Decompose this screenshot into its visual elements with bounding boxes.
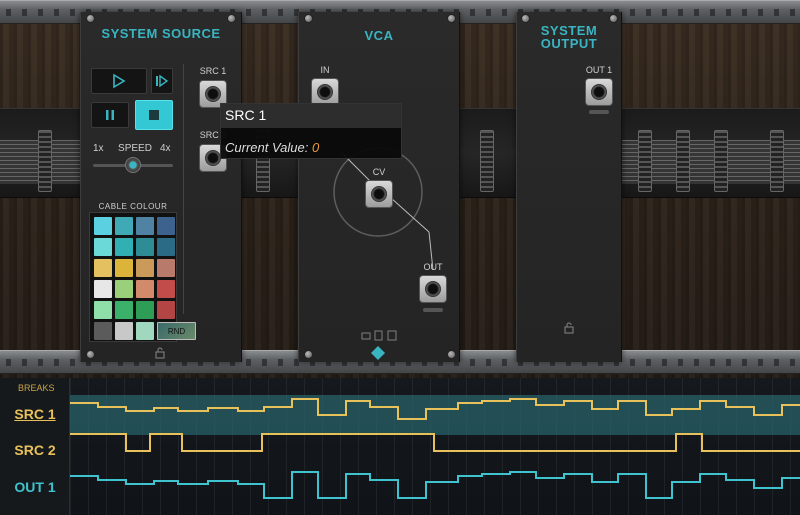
cable-colour-swatch[interactable]	[136, 238, 154, 256]
module-title: SYSTEM OUTPUT	[517, 24, 621, 50]
cable-colour-swatch[interactable]	[115, 259, 133, 277]
cable-colour-swatch[interactable]	[157, 238, 175, 256]
timeline-grid[interactable]	[70, 378, 800, 515]
src1-track-band	[70, 395, 800, 435]
cable-colour-swatch[interactable]	[115, 301, 133, 319]
screw	[86, 350, 95, 359]
speed-min-label: 1x	[93, 143, 104, 154]
brand-logo-icon	[371, 346, 385, 360]
cable-colour-swatch[interactable]	[94, 238, 112, 256]
jack-tooltip: SRC 1 Current Value: 0	[220, 103, 402, 159]
speed-slider-handle[interactable]	[125, 157, 141, 173]
out1-jack[interactable]	[585, 78, 613, 106]
src2-waveform	[70, 433, 800, 452]
cable-colour-swatch[interactable]	[136, 280, 154, 298]
random-colour-button[interactable]: RND	[157, 322, 196, 340]
cable-colour-swatch[interactable]	[115, 280, 133, 298]
tooltip-value-row: Current Value: 0	[225, 140, 319, 155]
cable-colour-swatch[interactable]	[157, 280, 175, 298]
speed-label: SPEED	[118, 143, 152, 154]
cable-colour-swatch[interactable]	[94, 301, 112, 319]
screw	[227, 14, 236, 23]
cable-colour-swatch[interactable]	[115, 238, 133, 256]
pause-button[interactable]	[91, 102, 129, 128]
module-system-source: SYSTEM SOURCE 1x SPEED 4x CABLE COLOUR R…	[80, 12, 242, 362]
speed-max-label: 4x	[160, 143, 171, 154]
jack-label-out: OUT	[423, 262, 443, 272]
play-icon	[113, 73, 126, 89]
cable-colour-swatch[interactable]	[115, 322, 133, 340]
cable-colour-swatch[interactable]	[136, 217, 154, 235]
cable-colour-swatch[interactable]	[94, 322, 112, 340]
stop-button[interactable]	[135, 100, 173, 130]
module-vca: VCA IN CV OUT	[298, 12, 460, 362]
bus-connector	[714, 130, 728, 192]
tooltip-title: SRC 1	[221, 104, 401, 128]
cable-colour-swatch[interactable]	[115, 217, 133, 235]
module-title-line2: OUTPUT	[540, 36, 598, 51]
module-title: SYSTEM SOURCE	[101, 26, 221, 41]
cv-jack[interactable]	[365, 180, 393, 208]
play-button[interactable]	[91, 68, 147, 94]
timeline-labels: BREAKS SRC 1 SRC 2 OUT 1	[0, 378, 70, 515]
pause-icon	[106, 110, 114, 120]
track-label-src1[interactable]: SRC 1	[0, 406, 70, 422]
stop-icon	[149, 110, 159, 120]
screw	[609, 14, 618, 23]
out1-led	[589, 110, 609, 114]
jack-label-src1: SRC 1	[199, 66, 227, 76]
module-system-output: SYSTEM OUTPUT OUT 1	[516, 12, 622, 362]
cable-colour-label: CABLE COLOUR	[98, 202, 168, 211]
breaks-label: BREAKS	[18, 383, 55, 393]
jack-label-out1: OUT 1	[585, 65, 613, 75]
track-label-src2[interactable]: SRC 2	[0, 442, 70, 458]
cable-colour-swatch[interactable]	[94, 217, 112, 235]
cable-colour-swatch[interactable]	[94, 259, 112, 277]
lock-icon[interactable]	[563, 322, 575, 334]
out1-waveform	[70, 471, 800, 499]
cable-colour-swatch[interactable]	[157, 217, 175, 235]
screw	[86, 14, 95, 23]
bus-connector	[480, 130, 494, 192]
screw	[521, 14, 530, 23]
screw	[447, 350, 456, 359]
cable-colour-swatch[interactable]	[94, 280, 112, 298]
bus-connector	[38, 130, 52, 192]
waveform-canvas	[70, 395, 800, 499]
screw	[304, 350, 313, 359]
cable-colour-swatch[interactable]	[136, 301, 154, 319]
lock-copy-delete-icons	[361, 330, 397, 341]
cable-colour-swatch[interactable]	[157, 259, 175, 277]
out-led	[423, 308, 443, 312]
bus-connector	[770, 130, 784, 192]
cable-colour-swatch[interactable]	[136, 259, 154, 277]
step-button[interactable]	[151, 68, 173, 94]
cable-colour-swatch[interactable]	[157, 301, 175, 319]
step-forward-icon	[156, 74, 169, 88]
cable-colour-grid: RND	[89, 212, 196, 342]
lock-icon[interactable]	[154, 347, 166, 359]
track-label-out1[interactable]: OUT 1	[0, 479, 70, 495]
bus-connector	[676, 130, 690, 192]
divider	[183, 64, 184, 314]
tooltip-value-label: Current Value:	[225, 140, 309, 155]
jack-label-cv: CV	[372, 167, 386, 177]
tooltip-value: 0	[311, 140, 320, 155]
bus-connector	[638, 130, 652, 192]
signal-timeline: BREAKS SRC 1 SRC 2 OUT 1	[0, 378, 800, 515]
out-jack[interactable]	[419, 275, 447, 303]
cable-colour-swatch[interactable]	[136, 322, 154, 340]
